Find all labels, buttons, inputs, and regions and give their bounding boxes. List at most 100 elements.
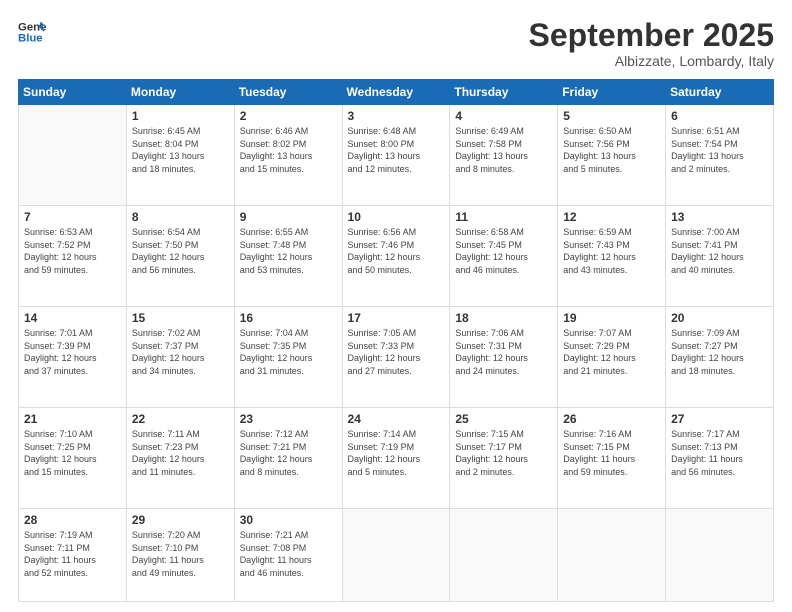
day-number: 23 [240,412,337,426]
location: Albizzate, Lombardy, Italy [529,53,774,69]
calendar-cell: 2Sunrise: 6:46 AM Sunset: 8:02 PM Daylig… [234,105,342,206]
calendar-cell [450,509,558,602]
day-number: 18 [455,311,552,325]
day-number: 20 [671,311,768,325]
month-title: September 2025 [529,18,774,53]
day-info: Sunrise: 7:01 AM Sunset: 7:39 PM Dayligh… [24,327,121,377]
day-number: 30 [240,513,337,527]
calendar-cell: 10 Sunrise: 6:56 AM Sunset: 7:46 PM Dayli… [342,206,450,307]
day-number: 19 [563,311,660,325]
calendar-cell: 28 Sunrise: 7:19 AM Sunset: 7:11 PM Dayli… [19,509,127,602]
calendar-cell: 14 Sunrise: 7:01 AM Sunset: 7:39 PM Dayli… [19,307,127,408]
day-number: 22 [132,412,229,426]
day-info: Sunrise: 6:51 AM Sunset: 7:54 PM Dayligh… [671,125,768,175]
calendar-cell: 25Sunrise: 7:15 AM Sunset: 7:17 PM Dayli… [450,408,558,509]
day-number: 12 [563,210,660,224]
day-info: Sunrise: 7:04 AM Sunset: 7:35 PM Dayligh… [240,327,337,377]
day-info: Sunrise: 6:48 AM Sunset: 8:00 PM Dayligh… [348,125,445,175]
day-number: 24 [348,412,445,426]
calendar-cell: 24Sunrise: 7:14 AM Sunset: 7:19 PM Dayli… [342,408,450,509]
day-info: Sunrise: 6:56 AM Sunset: 7:46 PM Dayligh… [348,226,445,276]
day-number: 10 [348,210,445,224]
calendar-cell [558,509,666,602]
day-number: 5 [563,109,660,123]
day-info: Sunrise: 7:19 AM Sunset: 7:11 PM Dayligh… [24,529,121,579]
day-number: 6 [671,109,768,123]
logo-icon: General Blue [18,18,46,46]
day-number: 21 [24,412,121,426]
calendar-cell: 9 Sunrise: 6:55 AM Sunset: 7:48 PM Daylig… [234,206,342,307]
day-number: 16 [240,311,337,325]
day-number: 15 [132,311,229,325]
day-info: Sunrise: 7:06 AM Sunset: 7:31 PM Dayligh… [455,327,552,377]
calendar-cell: 20 Sunrise: 7:09 AM Sunset: 7:27 PM Dayli… [666,307,774,408]
day-number: 17 [348,311,445,325]
calendar-cell: 13Sunrise: 7:00 AM Sunset: 7:41 PM Dayli… [666,206,774,307]
calendar-cell: 8Sunrise: 6:54 AM Sunset: 7:50 PM Daylig… [126,206,234,307]
day-info: Sunrise: 7:07 AM Sunset: 7:29 PM Dayligh… [563,327,660,377]
calendar-cell: 15 Sunrise: 7:02 AM Sunset: 7:37 PM Dayli… [126,307,234,408]
calendar-cell: 21 Sunrise: 7:10 AM Sunset: 7:25 PM Dayli… [19,408,127,509]
day-number: 3 [348,109,445,123]
calendar-cell: 4 Sunrise: 6:49 AM Sunset: 7:58 PM Daylig… [450,105,558,206]
calendar-cell: 1 Sunrise: 6:45 AM Sunset: 8:04 PM Daylig… [126,105,234,206]
calendar-cell: 3 Sunrise: 6:48 AM Sunset: 8:00 PM Daylig… [342,105,450,206]
day-number: 14 [24,311,121,325]
header-sunday: Sunday [19,80,127,105]
calendar-cell: 6 Sunrise: 6:51 AM Sunset: 7:54 PM Daylig… [666,105,774,206]
day-info: Sunrise: 7:12 AM Sunset: 7:21 PM Dayligh… [240,428,337,478]
day-number: 1 [132,109,229,123]
day-number: 27 [671,412,768,426]
day-number: 11 [455,210,552,224]
day-info: Sunrise: 7:02 AM Sunset: 7:37 PM Dayligh… [132,327,229,377]
calendar-cell: 19 Sunrise: 7:07 AM Sunset: 7:29 PM Dayli… [558,307,666,408]
header: General Blue September 2025 Albizzate, L… [18,18,774,69]
calendar-cell: 29 Sunrise: 7:20 AM Sunset: 7:10 PM Dayli… [126,509,234,602]
calendar-cell: 5 Sunrise: 6:50 AM Sunset: 7:56 PM Daylig… [558,105,666,206]
calendar-cell [19,105,127,206]
day-info: Sunrise: 6:58 AM Sunset: 7:45 PM Dayligh… [455,226,552,276]
header-tuesday: Tuesday [234,80,342,105]
page: General Blue September 2025 Albizzate, L… [0,0,792,612]
calendar-cell [666,509,774,602]
day-info: Sunrise: 6:55 AM Sunset: 7:48 PM Dayligh… [240,226,337,276]
calendar-cell: 18 Sunrise: 7:06 AM Sunset: 7:31 PM Dayli… [450,307,558,408]
day-info: Sunrise: 7:11 AM Sunset: 7:23 PM Dayligh… [132,428,229,478]
day-info: Sunrise: 7:20 AM Sunset: 7:10 PM Dayligh… [132,529,229,579]
day-number: 26 [563,412,660,426]
day-info: Sunrise: 7:17 AM Sunset: 7:13 PM Dayligh… [671,428,768,478]
logo: General Blue [18,18,46,46]
day-info: Sunrise: 6:50 AM Sunset: 7:56 PM Dayligh… [563,125,660,175]
day-info: Sunrise: 6:49 AM Sunset: 7:58 PM Dayligh… [455,125,552,175]
svg-text:Blue: Blue [18,33,43,45]
day-info: Sunrise: 6:45 AM Sunset: 8:04 PM Dayligh… [132,125,229,175]
day-info: Sunrise: 7:16 AM Sunset: 7:15 PM Dayligh… [563,428,660,478]
day-number: 28 [24,513,121,527]
title-block: September 2025 Albizzate, Lombardy, Ital… [529,18,774,69]
calendar-cell: 26 Sunrise: 7:16 AM Sunset: 7:15 PM Dayli… [558,408,666,509]
day-number: 4 [455,109,552,123]
day-info: Sunrise: 7:05 AM Sunset: 7:33 PM Dayligh… [348,327,445,377]
day-info: Sunrise: 7:21 AM Sunset: 7:08 PM Dayligh… [240,529,337,579]
calendar-cell: 23 Sunrise: 7:12 AM Sunset: 7:21 PM Dayli… [234,408,342,509]
day-info: Sunrise: 7:00 AM Sunset: 7:41 PM Dayligh… [671,226,768,276]
weekday-header-row: Sunday Monday Tuesday Wednesday Thursday… [19,80,774,105]
calendar-table: Sunday Monday Tuesday Wednesday Thursday… [18,79,774,602]
calendar-cell: 11 Sunrise: 6:58 AM Sunset: 7:45 PM Dayli… [450,206,558,307]
day-info: Sunrise: 7:10 AM Sunset: 7:25 PM Dayligh… [24,428,121,478]
day-info: Sunrise: 6:46 AM Sunset: 8:02 PM Dayligh… [240,125,337,175]
calendar-cell: 7Sunrise: 6:53 AM Sunset: 7:52 PM Daylig… [19,206,127,307]
day-number: 29 [132,513,229,527]
header-saturday: Saturday [666,80,774,105]
calendar-cell [342,509,450,602]
calendar-cell: 27 Sunrise: 7:17 AM Sunset: 7:13 PM Dayli… [666,408,774,509]
day-info: Sunrise: 7:09 AM Sunset: 7:27 PM Dayligh… [671,327,768,377]
day-number: 8 [132,210,229,224]
day-number: 9 [240,210,337,224]
header-monday: Monday [126,80,234,105]
calendar-cell: 22 Sunrise: 7:11 AM Sunset: 7:23 PM Dayli… [126,408,234,509]
header-friday: Friday [558,80,666,105]
header-wednesday: Wednesday [342,80,450,105]
day-info: Sunrise: 6:59 AM Sunset: 7:43 PM Dayligh… [563,226,660,276]
day-number: 25 [455,412,552,426]
